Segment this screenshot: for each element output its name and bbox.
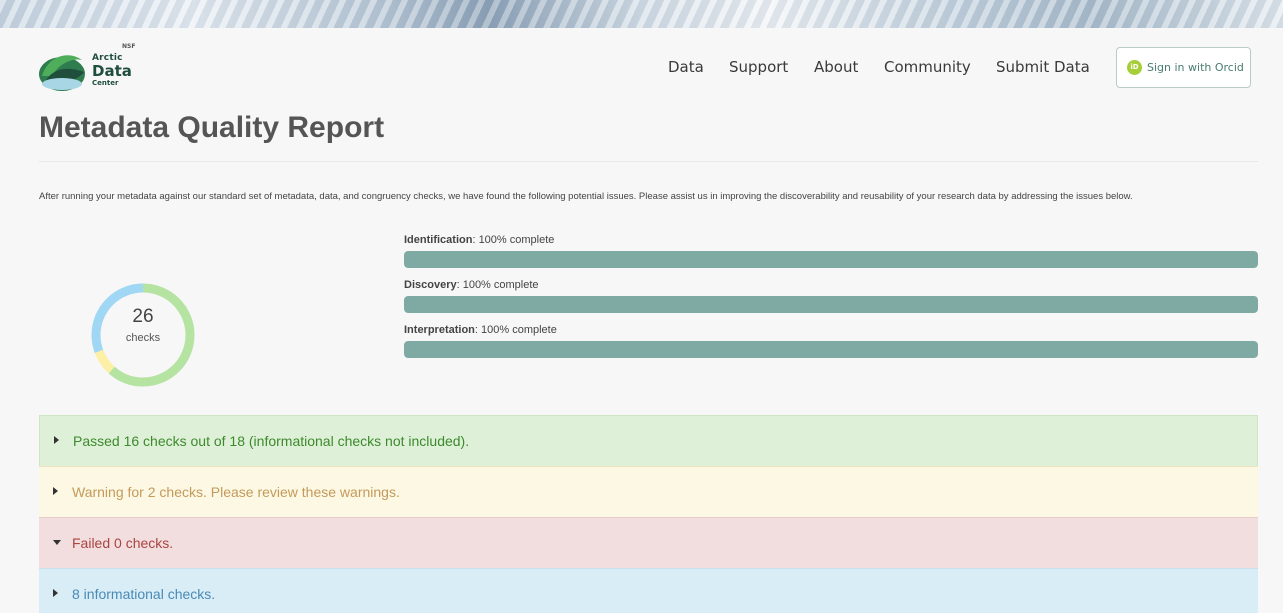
sign-in-orcid-button[interactable]: iD Sign in with Orcid (1116, 47, 1251, 88)
checks-count: 26 (132, 306, 154, 327)
nav-link-submit-data[interactable]: Submit Data (996, 58, 1090, 76)
caret-right-icon (54, 436, 59, 444)
caret-down-icon (53, 540, 61, 545)
intro-text: After running your metadata against our … (39, 191, 1133, 202)
site-header: NSF Arctic Data Center Data Support Abou… (0, 28, 1283, 106)
arctic-data-center-logo[interactable]: NSF Arctic Data Center (38, 42, 148, 94)
progress-fill (404, 296, 1258, 313)
passed-checks-text: Passed 16 checks out of 18 (informationa… (73, 433, 470, 449)
progress-suffix: : 100% complete (472, 234, 555, 246)
caret-right-icon (53, 589, 58, 597)
logo-data-text: Data (92, 62, 132, 80)
progress-fill (404, 341, 1258, 358)
nav-link-data[interactable]: Data (668, 58, 704, 76)
progress-category: Discovery (404, 279, 457, 291)
nav-link-support[interactable]: Support (729, 58, 788, 76)
progress-label-discovery: Discovery: 100% complete (404, 279, 539, 291)
checks-label: checks (125, 332, 161, 344)
warning-checks-text: Warning for 2 checks. Please review thes… (72, 484, 400, 500)
failed-checks-text: Failed 0 checks. (72, 535, 174, 551)
header-banner (0, 0, 1283, 28)
sign-in-label: Sign in with Orcid (1147, 61, 1244, 74)
progress-suffix: : 100% complete (456, 279, 539, 291)
nav-link-about[interactable]: About (814, 58, 858, 76)
title-divider (39, 161, 1258, 162)
progress-suffix: : 100% complete (474, 324, 557, 336)
caret-right-icon (53, 487, 58, 495)
orcid-icon: iD (1127, 60, 1142, 75)
nav-link-community[interactable]: Community (884, 58, 971, 76)
progress-label-identification: Identification: 100% complete (404, 234, 554, 246)
progress-bar-discovery (404, 296, 1258, 313)
page-title: Metadata Quality Report (39, 111, 385, 144)
progress-label-interpretation: Interpretation: 100% complete (404, 324, 557, 336)
progress-category: Identification (404, 234, 473, 246)
informational-checks-panel[interactable]: 8 informational checks. (39, 568, 1258, 613)
warning-checks-panel[interactable]: Warning for 2 checks. Please review thes… (39, 466, 1258, 517)
progress-bar-identification (404, 251, 1258, 268)
logo-nsf-text: NSF (122, 43, 136, 50)
logo-mark-icon (39, 55, 85, 91)
progress-fill (404, 251, 1258, 268)
failed-checks-panel[interactable]: Failed 0 checks. (39, 517, 1258, 568)
progress-bar-interpretation (404, 341, 1258, 358)
logo-center-text: Center (92, 79, 119, 87)
passed-checks-panel[interactable]: Passed 16 checks out of 18 (informationa… (39, 415, 1258, 466)
progress-category: Interpretation (404, 324, 475, 336)
informational-checks-text: 8 informational checks. (72, 586, 216, 602)
